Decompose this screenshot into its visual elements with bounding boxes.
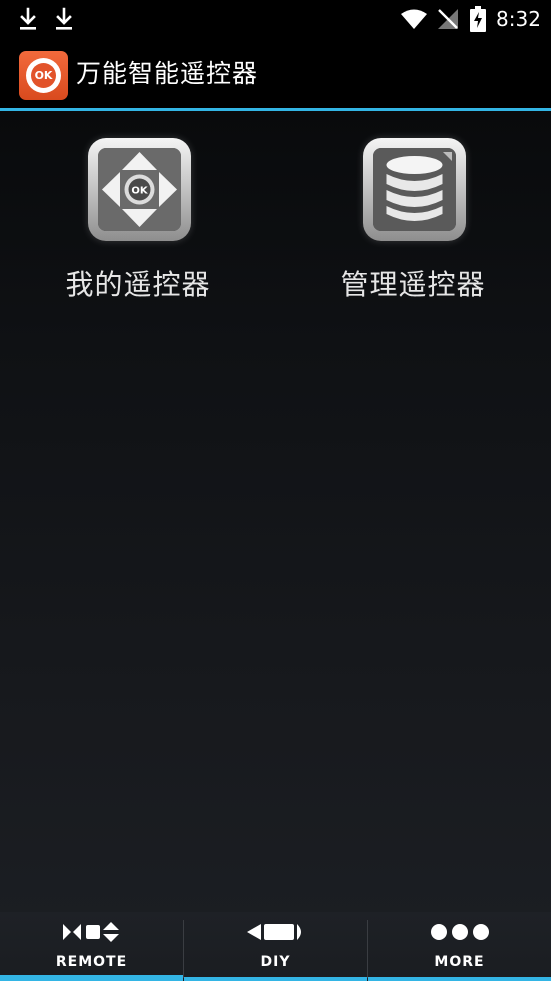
app-title: 万能智能遥控器	[76, 59, 259, 88]
status-bar: 8:32	[0, 0, 551, 38]
grid-item-manage-remotes[interactable]: 管理遥控器	[313, 135, 513, 310]
tab-remote[interactable]: REMOTE	[0, 912, 183, 981]
battery-charging-icon	[470, 6, 486, 32]
app-logo: OK	[19, 51, 68, 100]
tab-more[interactable]: MORE	[368, 912, 551, 981]
tab-label: REMOTE	[55, 954, 128, 970]
tab-active-indicator	[0, 975, 183, 981]
app-logo-text: OK	[31, 63, 56, 88]
pen-icon	[245, 920, 307, 948]
tab-label: MORE	[434, 954, 485, 970]
database-icon	[363, 138, 466, 241]
wifi-icon	[400, 8, 428, 30]
bottom-tab-bar: REMOTE DIY MORE	[0, 912, 551, 981]
grid-item-label: 我的遥控器	[65, 268, 211, 301]
screen: 8:32 OK 万能智能遥控器 OK 我的遥控器 管理遥控器 REMOTE DI…	[0, 0, 551, 981]
no-signal-icon	[437, 8, 459, 30]
tab-diy[interactable]: DIY	[184, 912, 367, 981]
tab-underline	[368, 977, 551, 981]
dpad-remote-icon: OK	[88, 138, 191, 241]
more-dots-icon	[429, 920, 491, 948]
grid-item-label: 管理遥控器	[340, 268, 486, 301]
tab-underline	[184, 977, 367, 981]
status-time: 8:32	[496, 7, 541, 31]
download-icon	[17, 7, 39, 31]
download-icon	[53, 7, 75, 31]
tab-label: DIY	[260, 954, 291, 970]
svg-text:OK: OK	[131, 186, 149, 197]
app-bar: OK 万能智能遥控器	[0, 38, 551, 110]
remote-controls-icon	[61, 920, 123, 948]
grid-item-my-remotes[interactable]: OK 我的遥控器	[38, 135, 238, 310]
app-bar-divider	[0, 108, 551, 111]
